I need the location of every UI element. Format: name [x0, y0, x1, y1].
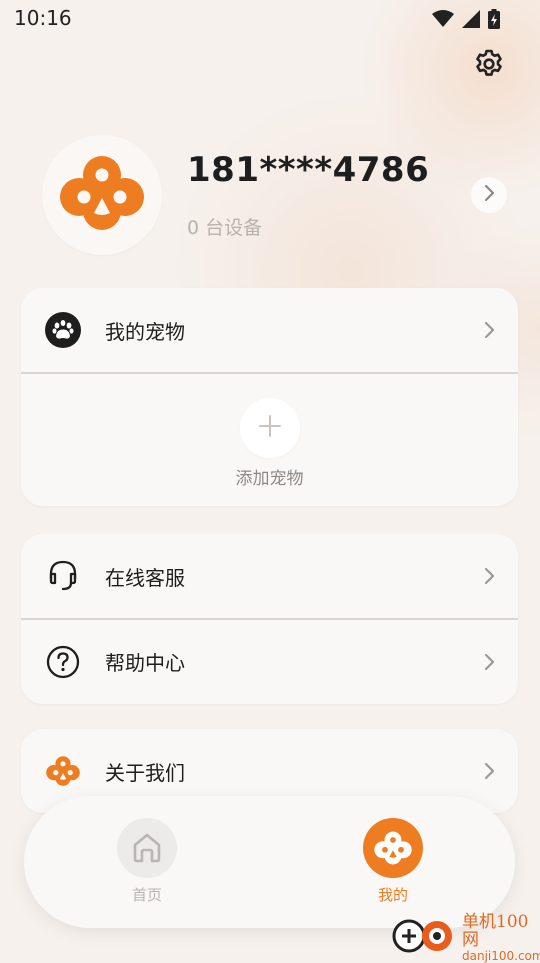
- help-center-row[interactable]: 帮助中心: [21, 620, 518, 704]
- chevron-right-icon: [482, 761, 496, 781]
- my-pets-label: 我的宠物: [105, 319, 185, 344]
- battery-icon: [488, 9, 500, 33]
- gear-icon: [473, 48, 505, 84]
- chevron-right-icon: [482, 652, 496, 672]
- device-count: 0 台设备: [187, 217, 263, 239]
- question-circle-icon: [45, 644, 81, 680]
- cellular-signal-icon: [462, 10, 480, 32]
- tab-home-label: 首页: [131, 886, 162, 904]
- online-service-row[interactable]: 在线客服: [21, 534, 518, 618]
- service-card: 在线客服 帮助中心: [21, 534, 518, 704]
- my-pets-row[interactable]: 我的宠物: [21, 288, 518, 372]
- phone-number: 181****4786: [187, 150, 430, 190]
- watermark-url: danji100.com: [462, 949, 540, 963]
- paw-icon: [45, 312, 81, 348]
- status-icons: [432, 9, 500, 33]
- chevron-right-icon: [483, 184, 495, 206]
- status-bar: 10:16: [0, 0, 540, 36]
- help-center-label: 帮助中心: [105, 651, 185, 675]
- add-pet-button[interactable]: [240, 397, 300, 458]
- tab-mine[interactable]: 我的: [348, 818, 438, 905]
- watermark: 单机100网 danji100.com: [390, 913, 540, 963]
- add-pet-section: 添加宠物: [21, 374, 518, 506]
- pets-card: 我的宠物 添加宠物: [21, 288, 518, 506]
- headset-icon: [45, 558, 81, 594]
- avatar[interactable]: [42, 135, 162, 255]
- watermark-title: 单机100网: [462, 912, 529, 950]
- watermark-logo-icon: [390, 917, 456, 959]
- brand-logo-icon: [45, 753, 81, 789]
- status-time: 10:16: [14, 6, 72, 30]
- settings-button[interactable]: [471, 48, 507, 84]
- wifi-icon: [432, 10, 454, 32]
- about-us-label: 关于我们: [105, 760, 185, 785]
- plus-icon: [258, 414, 282, 442]
- watermark-text: 单机100网 danji100.com: [462, 913, 540, 963]
- home-icon: [117, 818, 177, 878]
- add-pet-label: 添加宠物: [235, 468, 304, 489]
- bottom-tab-bar: 首页 我的: [24, 796, 515, 928]
- brand-logo-icon: [57, 153, 147, 237]
- chevron-right-icon: [482, 566, 496, 586]
- chevron-right-icon: [482, 320, 496, 340]
- tab-home[interactable]: 首页: [102, 818, 192, 905]
- tab-mine-label: 我的: [377, 886, 408, 904]
- profile-arrow-button[interactable]: [471, 177, 507, 213]
- brand-logo-icon: [363, 818, 423, 878]
- online-service-label: 在线客服: [105, 565, 185, 590]
